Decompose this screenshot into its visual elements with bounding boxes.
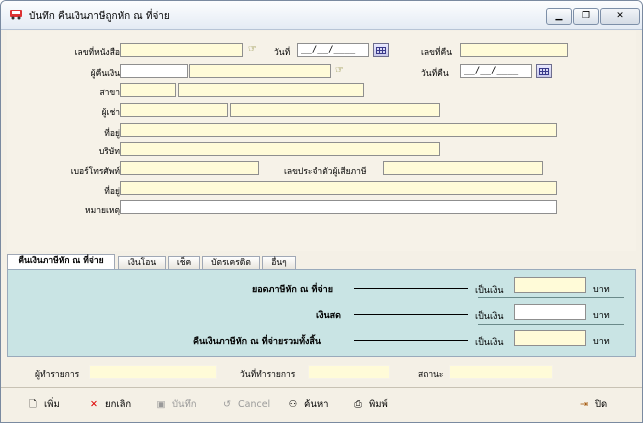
payer-lookup-hand-icon[interactable]: ☞ (335, 65, 349, 77)
binoculars-icon: ⚇ (288, 399, 298, 410)
leader-line (354, 314, 468, 315)
save-button[interactable]: ▣ บันทึก (153, 397, 197, 413)
unit-label: บาท (593, 337, 610, 347)
close-button[interactable]: ⇥ ปิด (576, 397, 607, 413)
refund-date-field[interactable]: __/__/____ (460, 64, 532, 78)
action-toolbar: 🗋 เพิ่ม ✕ ยกเลิก ▣ บันทึก ↺ Cancel ⚇ ค้นหา ⎙ พ… (1, 387, 642, 422)
currency-label: เป็นเงิน (475, 286, 504, 296)
divider (478, 324, 624, 325)
minimize-button[interactable]: ▁ (546, 8, 572, 25)
address-label: ที่อยู่ (104, 129, 120, 139)
unit-label: บาท (593, 285, 610, 295)
created-date-label: วันที่ทำรายการ (240, 370, 296, 380)
audit-footer: ผู้ทำรายการ วันที่ทำรายการ สถานะ (7, 361, 636, 383)
undo-icon: ↺ (223, 399, 231, 410)
created-date-field (308, 365, 390, 379)
company-field[interactable] (120, 142, 440, 156)
app-icon (10, 10, 22, 20)
refund-no-label: เลขที่คืน (421, 48, 453, 58)
payment-tabs: คืนเงินภาษีหัก ณ ที่จ่าย เงินโอน เช็ค บั… (7, 254, 636, 271)
payer-label: ผู้คืนเงิน (90, 69, 120, 79)
cash-field[interactable] (514, 304, 586, 320)
window: บันทึก คืนเงินภาษีถูกหัก ณ ที่จ่าย ▁ ❐ ✕… (0, 0, 643, 423)
currency-label: เป็นเงิน (475, 338, 504, 348)
creator-label: ผู้ทำรายการ (35, 370, 80, 380)
maximize-button[interactable]: ❐ (573, 8, 599, 25)
leader-line (354, 288, 468, 289)
lookup-hand-icon[interactable]: ☞ (248, 44, 262, 56)
unit-label: บาท (593, 311, 610, 321)
payer-code-field[interactable] (120, 64, 188, 78)
tab-panel: ยอดภาษีหัก ณ ที่จ่าย เป็นเงิน บาท เงินสด… (7, 269, 636, 357)
lessee-label: ผู้เช่า (101, 108, 120, 118)
branch-label: สาขา (99, 88, 120, 98)
address-field[interactable] (120, 123, 557, 137)
tab-cheque[interactable]: เช็ค (168, 256, 200, 270)
note-field[interactable] (120, 200, 557, 214)
date-field[interactable]: __/__/____ (297, 43, 369, 57)
refund-no-field[interactable] (460, 43, 568, 57)
branch-code-field[interactable] (120, 83, 176, 97)
tab-other[interactable]: อื่นๆ (262, 256, 296, 270)
divider (478, 297, 624, 298)
refund-total-label: คืนเงินภาษีหัก ณ ที่จ่ายรวมทั้งสิ้น (193, 337, 322, 347)
void-button[interactable]: ✕ ยกเลิก (86, 397, 131, 413)
doc-no-field[interactable] (120, 43, 243, 57)
doc-no-label: เลขที่หนังสือ (74, 48, 120, 58)
creator-field (89, 365, 217, 379)
taxid-label: เลขประจำตัวผู้เสียภาษี (284, 167, 367, 177)
printer-icon: ⎙ (354, 399, 362, 410)
refund-total-field[interactable] (514, 330, 586, 346)
title-bar[interactable]: บันทึก คืนเงินภาษีถูกหัก ณ ที่จ่าย ▁ ❐ ✕ (1, 1, 642, 30)
print-button[interactable]: ⎙ พิมพ์ (350, 397, 388, 413)
withholding-total-field[interactable] (514, 277, 586, 293)
calendar-icon[interactable] (373, 43, 389, 57)
branch-name-field[interactable] (178, 83, 364, 97)
lessee-code-field[interactable] (120, 103, 228, 117)
company-label: บริษัท (98, 147, 120, 157)
phone-field[interactable] (120, 161, 259, 175)
leader-line (354, 340, 468, 341)
taxid-field[interactable] (383, 161, 543, 175)
exit-door-icon: ⇥ (580, 399, 588, 410)
refund-date-label: วันที่คืน (421, 69, 449, 79)
header-form: เลขที่หนังสือ ☞ วันที่ __/__/____ เลขที่… (7, 31, 636, 251)
window-title: บันทึก คืนเงินภาษีถูกหัก ณ ที่จ่าย (29, 11, 170, 22)
add-button[interactable]: 🗋 เพิ่ม (25, 397, 60, 413)
phone-label: เบอร์โทรศัพท์ (70, 167, 120, 177)
search-button[interactable]: ⚇ ค้นหา (285, 397, 329, 413)
new-document-icon: 🗋 (29, 399, 37, 410)
payer-name-field[interactable] (189, 64, 331, 78)
address2-field[interactable] (120, 181, 557, 195)
date-label: วันที่ (274, 48, 291, 58)
cash-label: เงินสด (316, 311, 341, 321)
lessee-name-field[interactable] (230, 103, 440, 117)
currency-label: เป็นเงิน (475, 312, 504, 322)
undo-button[interactable]: ↺ Cancel (219, 397, 270, 413)
refund-calendar-icon[interactable] (536, 64, 552, 78)
status-field (449, 365, 553, 379)
save-disk-icon: ▣ (156, 399, 166, 410)
x-icon: ✕ (90, 399, 98, 410)
address2-label: ที่อยู่ (104, 187, 120, 197)
status-label: สถานะ (418, 370, 444, 380)
tab-transfer[interactable]: เงินโอน (118, 256, 166, 270)
note-label: หมายเหตุ (85, 206, 120, 216)
close-window-button[interactable]: ✕ (600, 8, 640, 25)
withholding-total-label: ยอดภาษีหัก ณ ที่จ่าย (252, 285, 333, 295)
tab-credit-card[interactable]: บัตรเครดิต (202, 256, 260, 270)
